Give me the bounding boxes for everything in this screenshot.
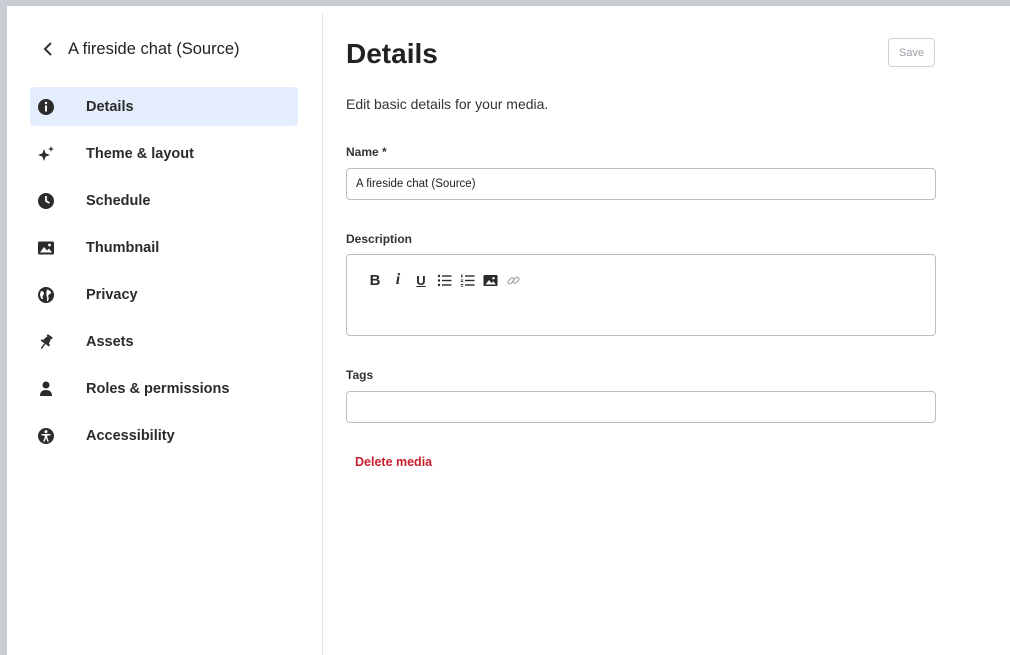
sidebar-item-label: Privacy [86,286,138,303]
info-icon [37,98,55,116]
page-title: Details [346,38,438,69]
image-icon [483,274,497,286]
sidebar-item-label: Thumbnail [86,239,160,256]
window-top-border [0,0,1010,6]
window-left-border [0,0,7,655]
pin-icon [37,333,55,351]
sidebar-item-label: Details [86,98,134,115]
sidebar-item-details[interactable]: Details [30,87,298,126]
accessibility-icon [37,427,55,445]
delete-media-button[interactable]: Delete media [355,455,432,469]
underline-button[interactable]: U [410,271,432,289]
italic-button[interactable]: i [387,271,409,289]
numbered-list-icon [460,274,474,287]
clock-icon [37,192,55,210]
editor-toolbar: B i U [364,271,525,289]
tags-label: Tags [346,368,374,382]
page-subtitle: Edit basic details for your media. [346,96,549,112]
description-label: Description [346,232,413,246]
bullet-list-icon [437,274,451,286]
back-button[interactable]: A fireside chat (Source) [42,36,240,62]
tags-field[interactable] [346,391,936,423]
description-editor[interactable]: B i U [346,254,936,336]
sidebar-item-privacy[interactable]: Privacy [30,275,298,314]
chevron-left-icon [43,42,52,56]
link-icon [506,276,520,284]
sidebar-item-assets[interactable]: Assets [30,322,298,361]
sidebar-item-label: Schedule [86,192,151,209]
sidebar-item-label: Roles & permissions [86,380,230,397]
media-title: A fireside chat (Source) [68,39,240,58]
sidebar-item-accessibility[interactable]: Accessibility [30,416,298,455]
sidebar-divider [322,14,323,655]
person-icon [37,380,55,398]
sidebar-item-label: Accessibility [86,427,175,444]
image-icon [37,239,55,257]
sidebar-item-label: Theme & layout [86,145,194,162]
name-label: Name * [346,145,387,159]
link-button[interactable] [502,271,524,289]
sidebar-item-schedule[interactable]: Schedule [30,181,298,220]
sidebar-item-label: Assets [86,333,134,350]
sparkles-icon [37,145,55,163]
numbered-list-button[interactable] [456,271,478,289]
sidebar-item-theme-layout[interactable]: Theme & layout [30,134,298,173]
sidebar-nav: Details Theme & layout Schedule Thumbnai… [30,87,298,463]
save-button[interactable]: Save [888,38,935,67]
bullet-list-button[interactable] [433,271,455,289]
sidebar-item-roles-permissions[interactable]: Roles & permissions [30,369,298,408]
sidebar-item-thumbnail[interactable]: Thumbnail [30,228,298,267]
globe-icon [37,286,55,304]
name-field[interactable] [346,168,936,200]
insert-image-button[interactable] [479,271,501,289]
bold-button[interactable]: B [364,271,386,289]
